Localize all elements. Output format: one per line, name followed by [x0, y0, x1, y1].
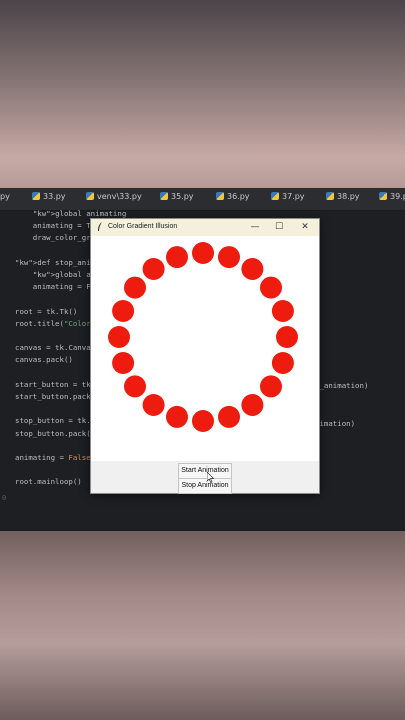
editor-tab-bar: py 33.py venv\33.py 35.py 36.py 37.py 38… — [0, 188, 405, 211]
mouse-cursor-icon — [207, 472, 215, 483]
stop-animation-button[interactable]: Stop Animation — [178, 478, 232, 494]
code-line: "kw">global animating — [32, 209, 127, 218]
tab-33[interactable]: 33.py — [32, 192, 66, 201]
red-circle — [271, 352, 294, 374]
red-circle — [112, 352, 135, 374]
code-line: canvas = tk.Canva — [15, 343, 91, 353]
tkinter-app-window[interactable]: Color Gradient Illusion — ☐ ✕ Start Anim… — [90, 218, 320, 494]
python-file-icon — [271, 192, 279, 200]
red-circle — [166, 405, 188, 428]
tab-35[interactable]: 35.py — [160, 192, 194, 201]
code-line: canvas.pack() — [15, 355, 73, 365]
red-circle — [124, 276, 146, 299]
code-fragment: t_animation) — [315, 381, 369, 390]
red-circle — [166, 246, 188, 269]
close-icon[interactable]: ✕ — [298, 221, 312, 233]
red-circle — [192, 410, 214, 432]
circle-ring — [108, 242, 298, 432]
minimize-icon[interactable]: — — [248, 221, 262, 233]
red-circle — [218, 246, 240, 269]
python-file-icon — [326, 192, 334, 200]
code-line: animating = F — [15, 282, 91, 292]
red-circle — [260, 276, 282, 299]
red-circle — [241, 394, 264, 416]
red-circle — [142, 394, 165, 416]
window-title: Color Gradient Illusion — [108, 223, 178, 230]
python-file-icon — [160, 192, 168, 200]
code-line: stop_button.pack( — [15, 428, 91, 438]
tab-37[interactable]: 37.py — [271, 192, 305, 201]
red-circle — [241, 258, 264, 280]
code-line: draw_color_gr — [15, 233, 91, 243]
maximize-icon[interactable]: ☐ — [272, 221, 286, 233]
tab-venv-33[interactable]: venv\33.py — [86, 192, 142, 201]
python-file-icon — [32, 192, 40, 200]
background-bottom — [0, 530, 405, 720]
red-circle — [112, 300, 135, 322]
feather-icon — [98, 222, 102, 231]
red-circle — [276, 326, 298, 348]
code-fragment: nimation) — [315, 419, 356, 428]
code-line: start_button.pack — [15, 392, 91, 401]
code-line: root.title("Color — [15, 318, 91, 328]
drawing-canvas — [91, 236, 319, 461]
tab-38[interactable]: 38.py — [326, 192, 360, 201]
window-title-bar[interactable]: Color Gradient Illusion — ☐ ✕ — [91, 219, 319, 236]
tab-36[interactable]: 36.py — [216, 192, 250, 201]
code-line: animating = False — [15, 453, 91, 462]
red-circle — [271, 300, 294, 322]
start-animation-button[interactable]: Start Animation — [178, 463, 232, 479]
code-line: start_button = tk — [15, 379, 91, 389]
red-circle — [192, 242, 214, 264]
red-circle — [142, 258, 165, 280]
red-circle — [108, 326, 130, 348]
red-circle — [124, 375, 146, 398]
code-line: stop_button = tk. — [15, 416, 91, 426]
code-line: root = tk.Tk() — [15, 306, 78, 316]
code-line: root.mainloop() — [15, 477, 82, 487]
code-line: animating = T — [15, 221, 91, 231]
python-file-icon — [86, 192, 94, 200]
red-circle — [218, 405, 240, 428]
tab-py[interactable]: py — [0, 192, 10, 201]
tab-39[interactable]: 39.py — [379, 192, 405, 201]
python-file-icon — [216, 192, 224, 200]
python-file-icon — [379, 192, 387, 200]
line-number: 0 — [2, 494, 7, 502]
red-circle — [260, 375, 282, 398]
